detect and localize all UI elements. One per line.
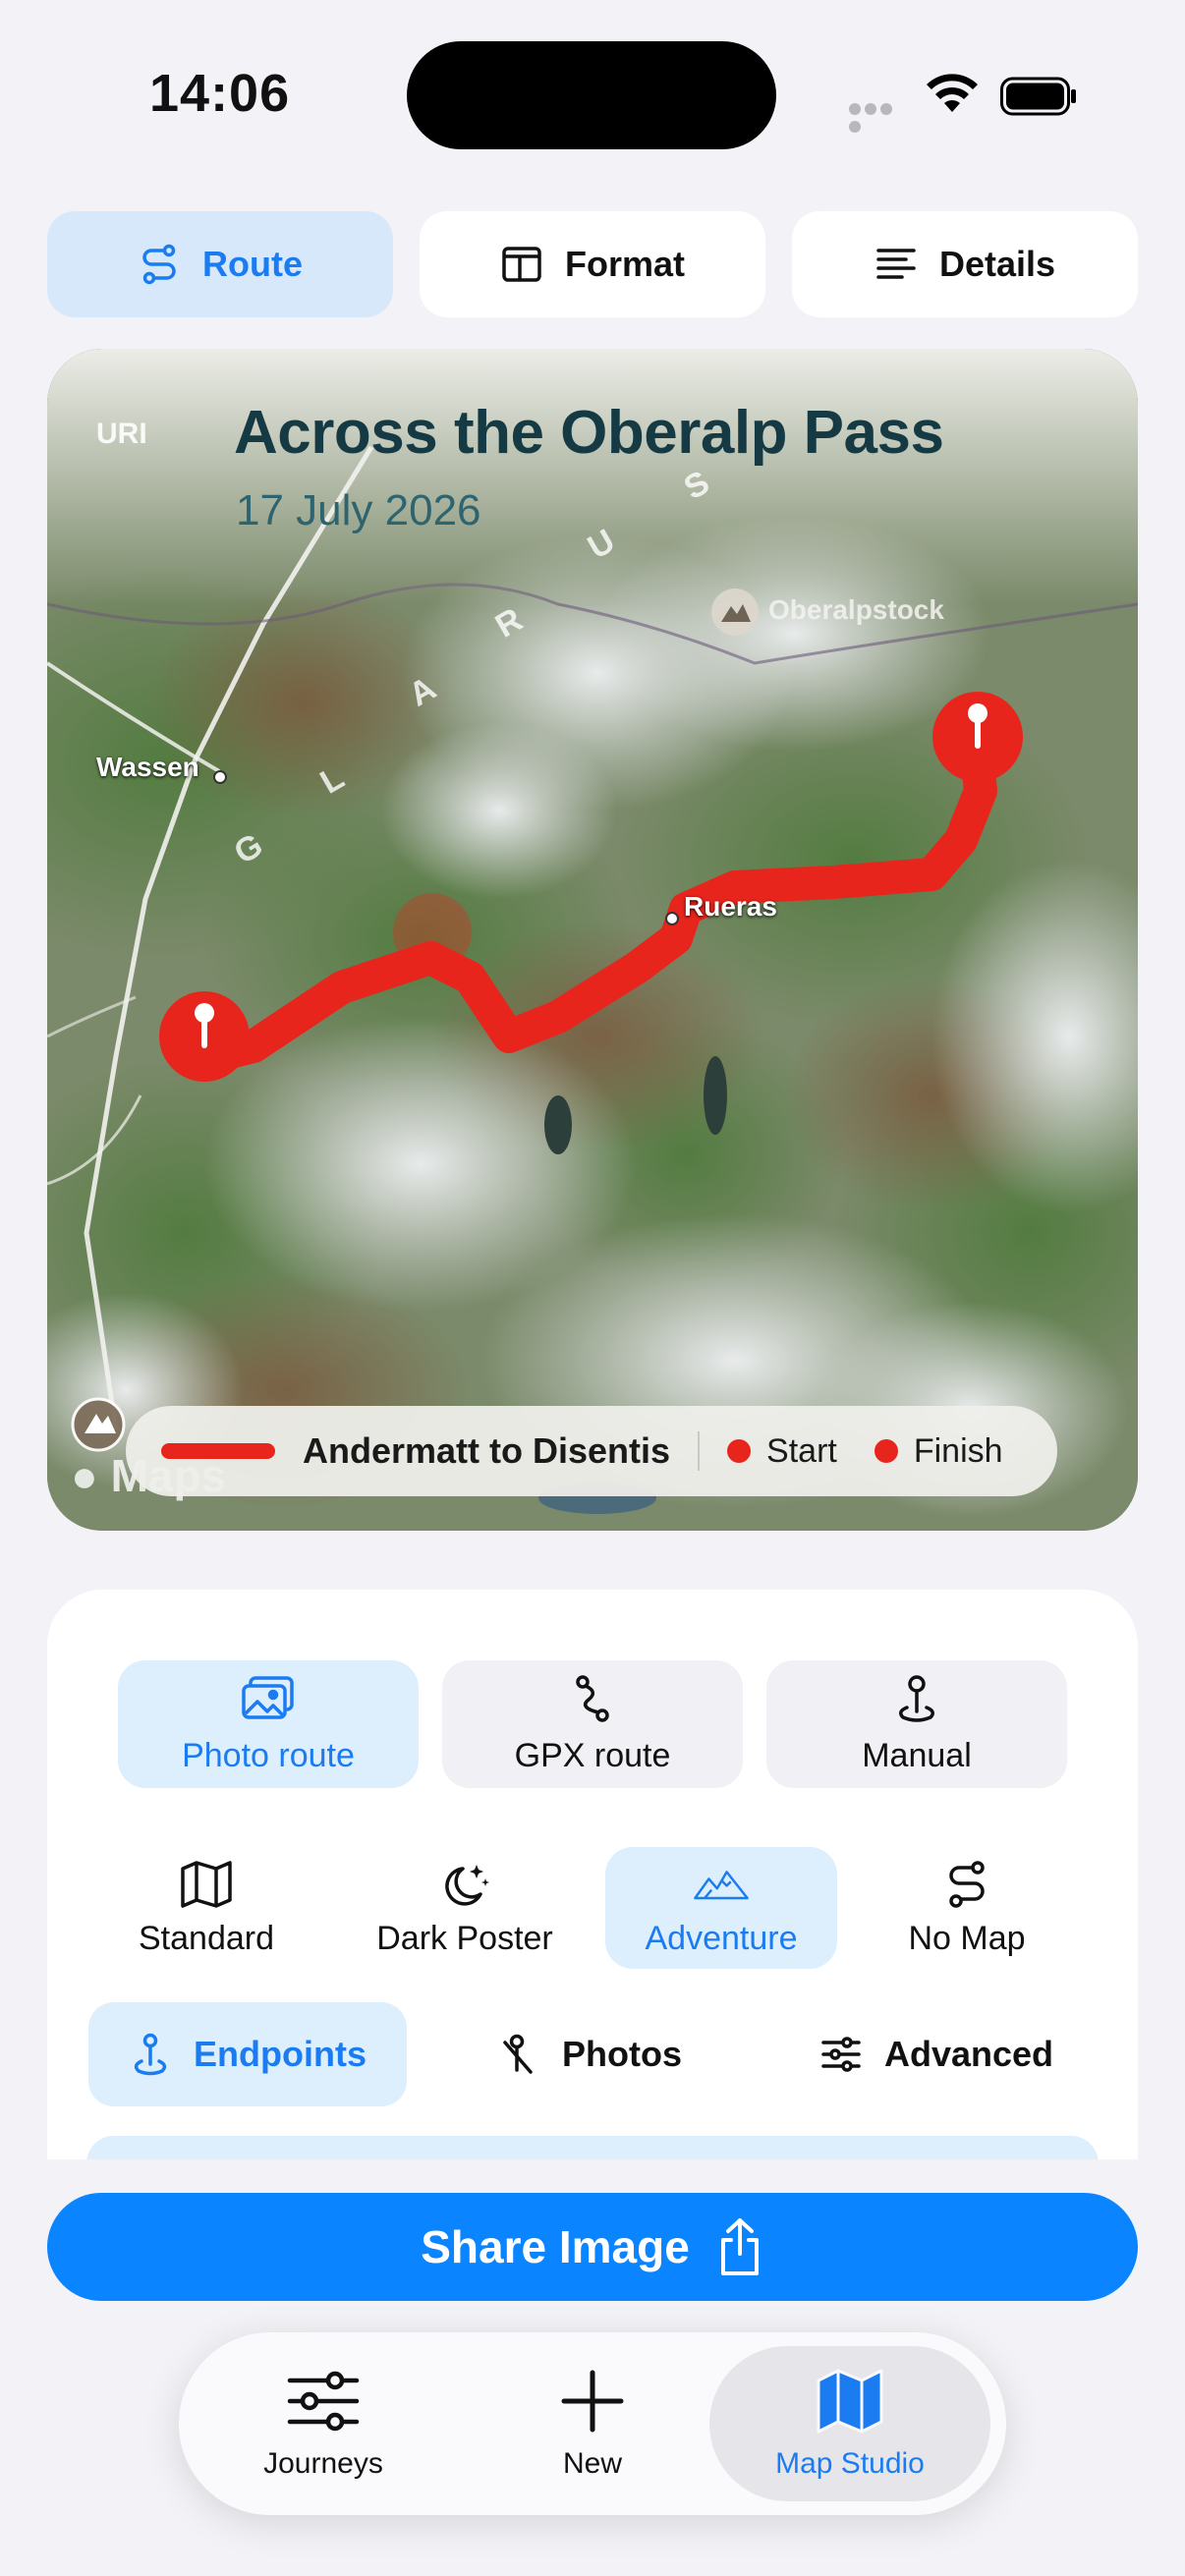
style-adventure-button[interactable]: Adventure <box>605 1847 837 1969</box>
tab-map-studio[interactable]: Map Studio <box>709 2346 990 2501</box>
signal-icon <box>849 102 908 133</box>
photo-route-button[interactable]: Photo route <box>118 1660 419 1788</box>
map-title: Across the Oberalp Pass <box>234 399 944 467</box>
map-legend: Andermatt to Disentis Start Finish <box>126 1406 1057 1496</box>
text-lines-icon <box>876 249 916 279</box>
plus-icon <box>561 2370 624 2433</box>
apple-logo-icon: ● <box>71 1450 98 1501</box>
tab-endpoints-label: Endpoints <box>194 2034 367 2074</box>
battery-icon <box>1000 77 1076 116</box>
endpoints-content-card <box>86 2136 1099 2159</box>
tab-new[interactable]: New <box>452 2346 733 2501</box>
style-standard-label: Standard <box>139 1919 274 1957</box>
style-no-map-label: No Map <box>908 1919 1026 1957</box>
dynamic-island <box>407 41 776 149</box>
tab-advanced[interactable]: Advanced <box>774 2002 1099 2106</box>
moon-stars-icon <box>445 1864 489 1906</box>
status-time: 14:06 <box>149 64 291 123</box>
pin-icon <box>899 1674 934 1722</box>
pin-slash-icon <box>503 2034 533 2074</box>
tab-route-label: Route <box>202 244 303 284</box>
legend-route-name: Andermatt to Disentis <box>303 1430 671 1471</box>
sliders-icon <box>287 2371 360 2432</box>
manual-button[interactable]: Manual <box>766 1660 1067 1788</box>
style-no-map-button[interactable]: No Map <box>869 1847 1065 1969</box>
tab-journeys[interactable]: Journeys <box>183 2346 464 2501</box>
style-adventure-label: Adventure <box>645 1919 798 1957</box>
start-dot-icon <box>727 1439 752 1463</box>
tab-photos-label: Photos <box>562 2034 682 2074</box>
tab-format-label: Format <box>564 244 685 284</box>
share-icon <box>720 2218 759 2275</box>
pin-icon <box>134 2033 167 2076</box>
map-fill-icon <box>817 2369 883 2434</box>
style-standard-button[interactable]: Standard <box>118 1847 295 1969</box>
route-icon <box>142 244 176 285</box>
legend-divider <box>698 1431 701 1471</box>
share-image-label: Share Image <box>421 2221 690 2272</box>
path-icon <box>576 1674 609 1722</box>
route-line-swatch <box>161 1443 275 1459</box>
tab-details[interactable]: Details <box>792 211 1138 317</box>
finish-dot-icon <box>874 1439 898 1463</box>
photos-icon <box>242 1675 294 1719</box>
label-uri: URI <box>96 418 147 450</box>
label-rueras: Rueras <box>684 891 777 922</box>
tab-route[interactable]: Route <box>47 211 393 317</box>
terrain-map <box>47 349 1138 1531</box>
controls-panel: Photo route GPX route Manual Standard Da… <box>47 1590 1138 2159</box>
tab-photos[interactable]: Photos <box>452 2002 727 2106</box>
photo-route-label: Photo route <box>182 1736 355 1774</box>
map-icon <box>181 1860 232 1908</box>
route-icon <box>949 1860 985 1908</box>
tab-format[interactable]: Format <box>420 211 765 317</box>
sliders-icon <box>821 2037 861 2072</box>
label-wassen: Wassen <box>96 752 199 782</box>
tab-bar: Journeys New Map Studio <box>179 2332 1006 2515</box>
tab-advanced-label: Advanced <box>883 2034 1054 2074</box>
tab-journeys-label: Journeys <box>263 2447 383 2480</box>
label-oberalpstock: Oberalpstock <box>768 594 944 625</box>
style-dark-poster-label: Dark Poster <box>376 1919 553 1957</box>
tab-details-label: Details <box>938 244 1056 284</box>
share-image-button[interactable]: Share Image <box>47 2193 1138 2301</box>
gpx-route-button[interactable]: GPX route <box>442 1660 743 1788</box>
layout-icon <box>502 247 541 282</box>
tab-map-studio-label: Map Studio <box>775 2447 925 2480</box>
tab-endpoints[interactable]: Endpoints <box>88 2002 407 2106</box>
gpx-route-label: GPX route <box>514 1736 671 1774</box>
mountains-icon <box>694 1870 749 1899</box>
style-dark-poster-button[interactable]: Dark Poster <box>342 1847 588 1969</box>
manual-label: Manual <box>862 1736 972 1774</box>
legend-start: Start <box>766 1431 837 1470</box>
legend-finish: Finish <box>913 1431 1003 1470</box>
wifi-icon <box>927 74 978 112</box>
tab-new-label: New <box>562 2447 622 2480</box>
map-preview[interactable]: URI Wassen Rueras Oberalpstock G L A R U… <box>47 349 1138 1531</box>
map-date: 17 July 2026 <box>236 486 481 534</box>
